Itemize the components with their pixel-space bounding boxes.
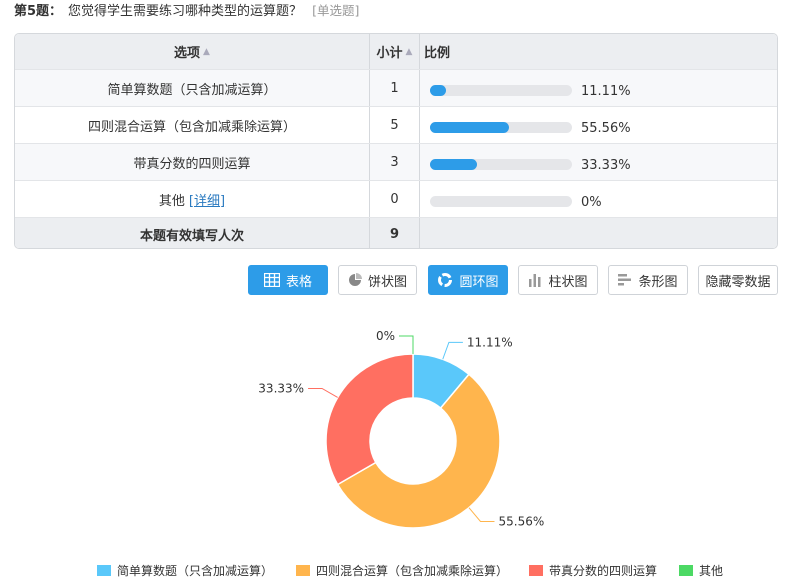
leader-line	[468, 507, 495, 522]
header-option[interactable]: 选项 ▲	[15, 34, 370, 69]
count-cell: 0	[370, 181, 420, 217]
option-cell: 其他 [详细]	[15, 181, 370, 217]
header-count[interactable]: 小计 ▲	[370, 34, 420, 69]
donut-chart-icon	[437, 272, 453, 288]
progress-bar-fill	[430, 121, 509, 133]
data-label: 33.33%	[258, 381, 304, 395]
option-cell: 带真分数的四则运算	[15, 144, 370, 180]
data-label: 0%	[376, 329, 395, 343]
hide-zero-data-button[interactable]: 隐藏零数据	[698, 265, 778, 295]
legend-item[interactable]: 四则混合运算（包含加减乘除运算）	[296, 562, 508, 579]
table-header-row: 选项 ▲ 小计 ▲ 比例	[15, 34, 777, 70]
legend-swatch	[296, 565, 310, 576]
data-label: 55.56%	[498, 514, 544, 528]
ratio-cell: 55.56%	[420, 107, 777, 143]
footer-total: 9	[370, 218, 420, 248]
header-ratio: 比例	[424, 46, 451, 61]
table-row: 简单算数题（只含加减运算） 1 11.11%	[15, 70, 777, 107]
progress-bar-fill	[430, 158, 478, 170]
table-row: 四则混合运算（包含加减乘除运算） 5 55.56%	[15, 107, 777, 144]
table-row: 其他 [详细] 0 0%	[15, 181, 777, 218]
leader-line	[399, 335, 414, 354]
detail-link[interactable]: [详细]	[189, 190, 225, 209]
data-label: 11.11%	[467, 335, 513, 349]
donut-chart: 11.11% 55.56% 33.33% 0%	[258, 329, 544, 529]
results-table: 选项 ▲ 小计 ▲ 比例 简单算数题（只含加减运算） 1 11.11% 四则混合运算…	[14, 33, 778, 249]
horizontal-bar-icon	[618, 273, 632, 287]
progress-bar	[430, 158, 572, 170]
pie-chart-button[interactable]: 饼状图	[338, 265, 417, 295]
legend-swatch	[97, 565, 111, 576]
question-number: 第5题：	[14, 4, 63, 19]
count-cell: 5	[370, 107, 420, 143]
leader-line	[442, 341, 463, 360]
question-type-badge: [单选题]	[312, 3, 360, 18]
percent-label: 33.33%	[581, 157, 631, 173]
option-cell: 四则混合运算（包含加减乘除运算）	[15, 107, 370, 143]
count-cell: 3	[370, 144, 420, 180]
legend-swatch	[679, 565, 693, 576]
legend-item[interactable]: 带真分数的四则运算	[529, 562, 657, 579]
question-text: 您觉得学生需要练习哪种类型的运算题？	[68, 4, 303, 19]
percent-label: 0%	[581, 194, 602, 210]
table-row: 带真分数的四则运算 3 33.33%	[15, 144, 777, 181]
pie-chart-icon	[348, 273, 362, 287]
percent-label: 55.56%	[581, 120, 631, 136]
progress-bar	[430, 84, 572, 96]
progress-bar	[430, 195, 572, 207]
ratio-cell: 33.33%	[420, 144, 777, 180]
table-footer-row: 本题有效填写人次 9	[15, 218, 777, 248]
percent-label: 11.11%	[581, 83, 631, 99]
sort-icon: ▲	[405, 46, 413, 57]
legend-swatch	[529, 565, 543, 576]
count-cell: 1	[370, 70, 420, 106]
table-view-button[interactable]: 表格	[248, 265, 328, 295]
ratio-cell: 0%	[420, 181, 777, 217]
leader-line	[308, 387, 338, 398]
legend-item[interactable]: 其他	[679, 562, 723, 579]
progress-bar-fill	[430, 84, 446, 96]
option-cell: 简单算数题（只含加减运算）	[15, 70, 370, 106]
sort-icon: ▲	[203, 46, 210, 57]
donut-chart-button[interactable]: 圆环图	[428, 265, 508, 295]
legend-item[interactable]: 简单算数题（只含加减运算）	[97, 562, 273, 579]
bar-chart-icon	[528, 273, 542, 287]
donut-slice[interactable]	[325, 353, 414, 486]
table-icon	[263, 273, 280, 287]
progress-bar	[430, 121, 572, 133]
ratio-cell: 11.11%	[420, 70, 777, 106]
footer-label: 本题有效填写人次	[15, 218, 370, 248]
question-title: 第5题： 您觉得学生需要练习哪种类型的运算题？ [单选题]	[14, 2, 359, 21]
bar-chart-button[interactable]: 柱状图	[518, 265, 598, 295]
horizontal-bar-chart-button[interactable]: 条形图	[608, 265, 688, 295]
chart-legend: 简单算数题（只含加减运算） 四则混合运算（包含加减乘除运算） 带真分数的四则运算…	[0, 562, 801, 580]
